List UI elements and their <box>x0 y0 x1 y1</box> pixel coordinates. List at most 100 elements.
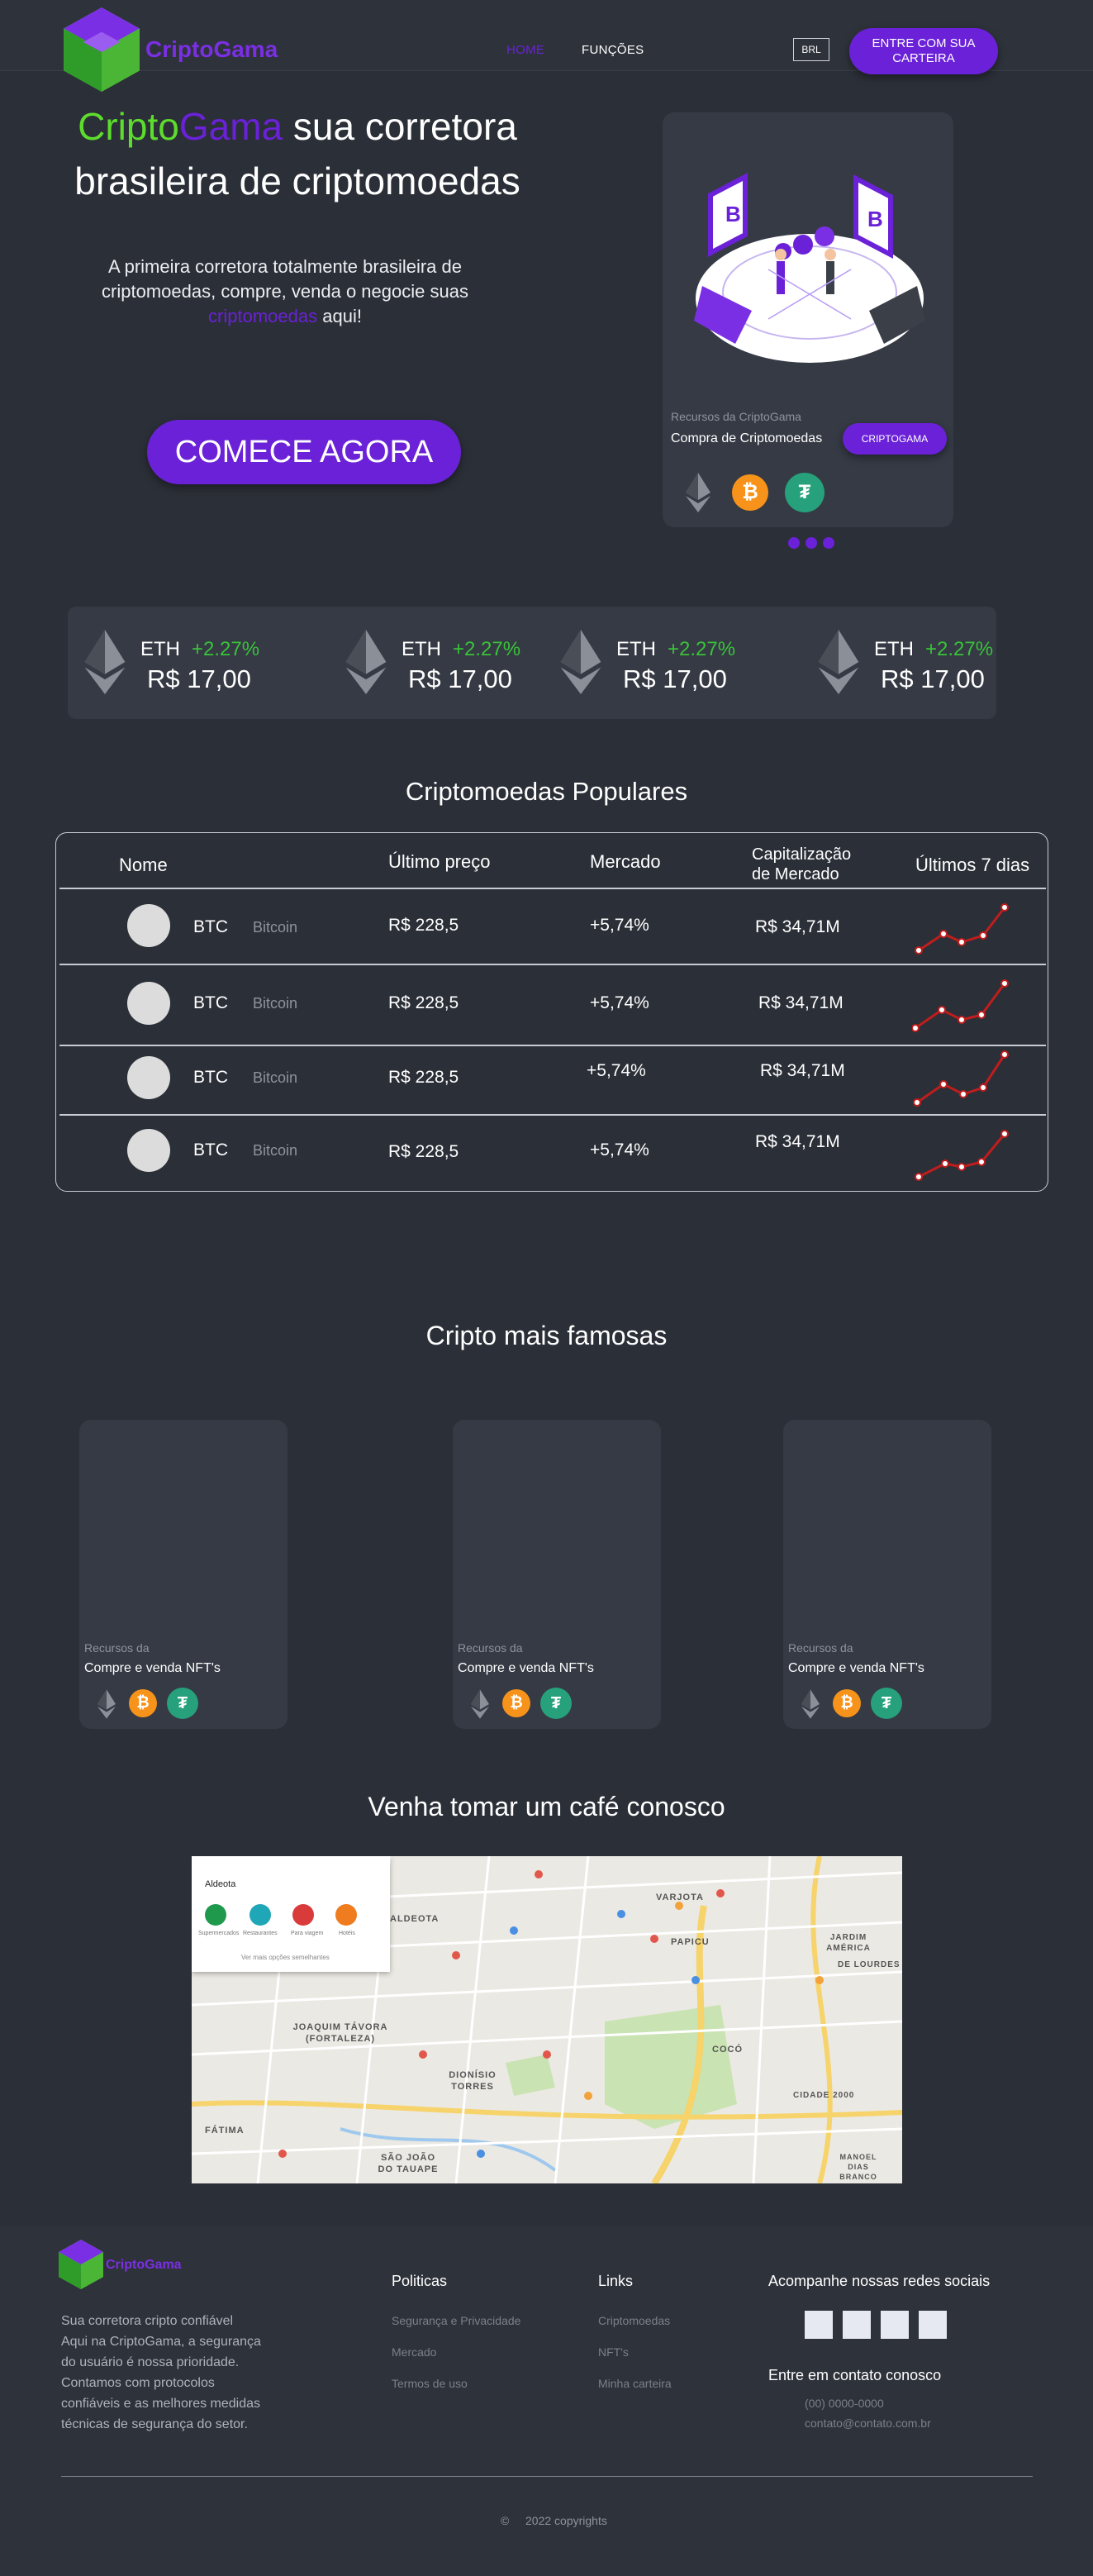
footer-about-line: do usuário é nossa prioridade. <box>61 2355 240 2369</box>
footer-about: Sua corretora cripto confiável Aqui na C… <box>61 2311 284 2435</box>
map-label-sao-joao-do-tauape: SÃO JOÃO DO TAUAPE <box>378 2153 439 2174</box>
map-more-options[interactable]: Ver mais opções semelhantes <box>241 1954 330 1961</box>
footer-link-terms[interactable]: Termos de uso <box>392 2377 468 2390</box>
map-label-coco: COCÓ <box>712 2045 743 2055</box>
hero-title-cripto: Cripto <box>78 105 179 148</box>
footer-brand-part2: Gama <box>145 2258 182 2272</box>
carousel-dot-1[interactable] <box>788 537 800 549</box>
coin-cap: R$ 34,71M <box>755 1132 840 1151</box>
map-label-manoel-dias-branco: MANOEL DIAS BRANCO <box>839 2153 877 2181</box>
connect-wallet-label-line1: ENTRE COM SUA <box>872 36 976 50</box>
ethereum-icon <box>801 1689 820 1719</box>
start-now-button[interactable]: COMECE AGORA <box>147 420 461 484</box>
restaurant-icon[interactable] <box>249 1904 271 1926</box>
hero-subtitle-end: aqui! <box>317 306 362 326</box>
map-embed[interactable]: ALDEOTA VARJOTA PAPICU JOAQUIM TÁVORA (F… <box>192 1856 902 2183</box>
coin-cap: R$ 34,71M <box>758 993 844 1012</box>
feature-card-small: Recursos da CriptoGama <box>671 410 801 423</box>
footer-contact-title: Entre em contato conosco <box>768 2367 942 2383</box>
brand-name-part2: Gama <box>213 36 278 62</box>
footer-logo-cube-icon[interactable] <box>56 2238 106 2291</box>
map-search-panel[interactable]: Aldeota Supermercados Restaurantes Para … <box>192 1856 390 1972</box>
coin-symbol: BTC <box>193 1068 228 1087</box>
logo-cube-icon[interactable] <box>59 5 144 94</box>
ticker-change: +2.27% <box>192 638 260 660</box>
coin-symbol: BTC <box>193 917 228 936</box>
svg-text:B: B <box>867 207 883 231</box>
cafe-section-title: Venha tomar um café conosco <box>368 1792 725 1821</box>
map-label-papicu: PAPICU <box>671 1937 710 1947</box>
social-icon[interactable] <box>919 2311 947 2339</box>
ethereum-icon <box>97 1689 116 1719</box>
coin-avatar <box>127 904 170 947</box>
brand-name[interactable]: CriptoGama <box>145 36 278 63</box>
currency-button[interactable]: BRL <box>793 38 829 61</box>
coin-market: +5,74% <box>590 1140 649 1159</box>
header-last-7-days: Últimos 7 dias <box>915 855 1030 875</box>
ticker-symbol: ETH <box>402 638 441 660</box>
footer-link-privacy[interactable]: Segurança e Privacidade <box>392 2314 520 2327</box>
table-row[interactable]: BTC Bitcoin R$ 228,5 +5,74% R$ 34,71M <box>56 965 1046 1043</box>
takeaway-icon[interactable] <box>292 1904 314 1926</box>
hero-subtitle-highlight: criptomoedas <box>208 306 318 326</box>
svg-text:B: B <box>725 202 741 226</box>
carousel-dot-2[interactable] <box>805 537 817 549</box>
famous-card[interactable]: Recursos da Compre e venda NFT's ₿ ₮ <box>453 1420 661 1729</box>
connect-wallet-button[interactable]: ENTRE COM SUA CARTEIRA <box>849 28 998 74</box>
coin-market: +5,74% <box>590 916 649 935</box>
footer-link-cryptos[interactable]: Criptomoedas <box>598 2314 670 2327</box>
coin-avatar <box>127 1129 170 1172</box>
tether-icon: ₮ <box>871 1688 902 1719</box>
social-icon[interactable] <box>843 2311 871 2339</box>
footer-link-nfts[interactable]: NFT's <box>598 2345 629 2359</box>
brand-name-part1: Cripto <box>145 36 214 62</box>
coin-avatar <box>127 1056 170 1099</box>
hotel-icon[interactable] <box>335 1904 357 1926</box>
coin-market: +5,74% <box>590 993 649 1012</box>
footer-phone[interactable]: (00) 0000-0000 <box>805 2397 884 2410</box>
map-label-de-lourdes: DE LOURDES <box>838 1960 901 1969</box>
famous-card[interactable]: Recursos da Compre e venda NFT's ₿ ₮ <box>783 1420 991 1729</box>
table-row[interactable]: BTC Bitcoin R$ 228,5 +5,74% R$ 34,71M <box>56 1046 1046 1112</box>
nav-features-link[interactable]: FUNÇÕES <box>582 43 644 57</box>
ethereum-icon <box>345 630 387 694</box>
footer-brand-part1: Cripto <box>106 2258 145 2272</box>
hero-subtitle-line1: A primeira corretora totalmente brasilei… <box>108 256 462 277</box>
table-row[interactable]: BTC Bitcoin R$ 228,5 +5,74% R$ 34,71M <box>56 1116 1046 1188</box>
tether-icon: ₮ <box>785 473 825 512</box>
carousel-dot-3[interactable] <box>823 537 834 549</box>
feature-card-title: Compra de Criptomoedas <box>671 431 823 445</box>
map-cat-takeaway: Para viagem <box>291 1931 324 1936</box>
footer-brand-name[interactable]: CriptoGama <box>106 2258 182 2273</box>
sparkline-chart <box>915 1130 1009 1181</box>
famous-card[interactable]: Recursos da Compre e venda NFT's ₿ ₮ <box>79 1420 288 1729</box>
footer-about-line: técnicas de segurança do setor. <box>61 2417 248 2431</box>
coin-symbol: BTC <box>193 993 228 1012</box>
table-row[interactable]: BTC Bitcoin R$ 228,5 +5,74% R$ 34,71M <box>56 889 1046 962</box>
ticker-price: R$ 17,00 <box>881 664 985 693</box>
bitcoin-icon: ₿ <box>833 1689 861 1717</box>
coin-price: R$ 228,5 <box>388 993 459 1012</box>
ethereum-icon <box>84 630 126 694</box>
social-icon[interactable] <box>881 2311 909 2339</box>
ticker-symbol: ETH <box>140 638 180 660</box>
sparkline-chart <box>912 979 1009 1032</box>
site-footer: CriptoGama Sua corretora cripto confiáve… <box>0 2226 1093 2576</box>
supermarket-icon[interactable] <box>205 1904 226 1926</box>
header-market: Mercado <box>590 851 661 872</box>
social-icon[interactable] <box>805 2311 833 2339</box>
coin-cap: R$ 34,71M <box>755 917 840 936</box>
feature-card-button[interactable]: CRIPTOGAMA <box>843 423 947 455</box>
header-name: Nome <box>119 855 168 875</box>
footer-divider <box>61 2476 1033 2477</box>
footer-email[interactable]: contato@contato.com.br <box>805 2416 931 2430</box>
sparkline-chart <box>915 903 1009 955</box>
hero-subtitle-line2: criptomoedas, compre, venda o negocie su… <box>102 281 468 302</box>
nav-home-link[interactable]: HOME <box>506 43 544 57</box>
bitcoin-icon: ₿ <box>502 1689 530 1717</box>
footer-link-market[interactable]: Mercado <box>392 2345 436 2359</box>
ticker-price: R$ 17,00 <box>147 664 251 693</box>
footer-link-wallet[interactable]: Minha carteira <box>598 2377 672 2390</box>
ethereum-icon <box>560 630 601 694</box>
header-market-cap-line1: Capitalização <box>752 845 852 864</box>
